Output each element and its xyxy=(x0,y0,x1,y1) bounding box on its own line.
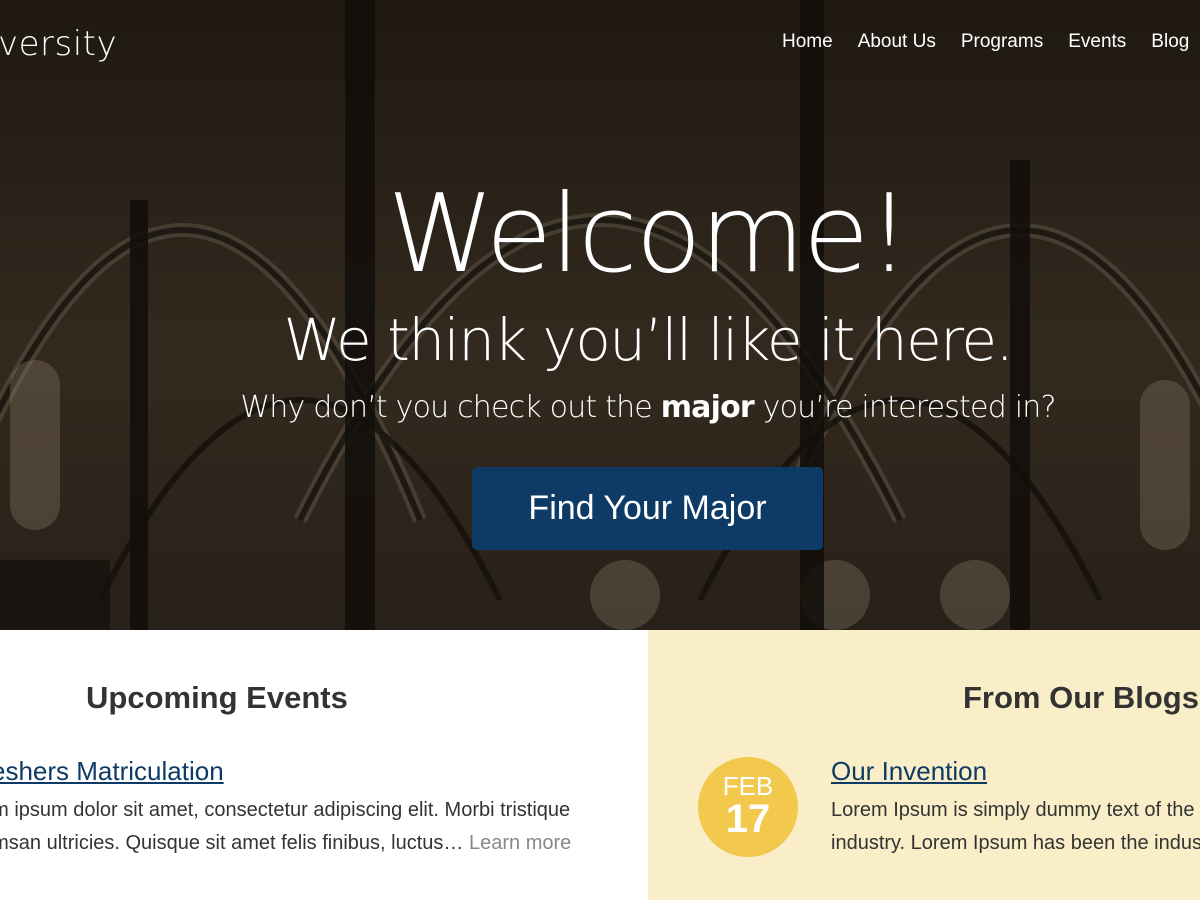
event-description: em ipsum dolor sit amet, consectetur adi… xyxy=(0,794,621,860)
event-text-line1: em ipsum dolor sit amet, consectetur adi… xyxy=(0,799,571,821)
date-month: FEB xyxy=(722,771,774,801)
blog-text-line2: industry. Lorem Ipsum has been the indus xyxy=(831,832,1200,854)
find-your-major-button[interactable]: Find Your Major xyxy=(472,467,823,550)
hero-prompt-start: Why don’t you check out the xyxy=(240,390,661,425)
hero-title: Welcome! xyxy=(387,172,910,297)
nav-blog[interactable]: Blog xyxy=(1151,31,1189,53)
date-badge: FEB 17 xyxy=(698,757,798,857)
events-heading: Upcoming Events xyxy=(86,680,348,715)
hero-subtitle: We think you’ll like it here. xyxy=(283,306,1014,374)
nav-events[interactable]: Events xyxy=(1068,31,1126,53)
blog-excerpt: Lorem Ipsum is simply dummy text of the … xyxy=(831,794,1200,860)
hero-prompt: Why don’t you check out the major you’re… xyxy=(0,390,1200,425)
site-logo[interactable]: versity xyxy=(0,24,117,64)
hero-prompt-bold: major xyxy=(660,390,755,425)
learn-more-link[interactable]: Learn more xyxy=(469,832,571,854)
date-day: 17 xyxy=(725,797,771,841)
hero-section: versity Home About Us Programs Events Bl… xyxy=(0,0,1200,630)
upcoming-events-section: Upcoming Events eshers Matriculation em … xyxy=(0,630,648,900)
nav-programs[interactable]: Programs xyxy=(961,31,1043,53)
main-nav: Home About Us Programs Events Blog xyxy=(782,31,1200,53)
event-text-line2: umsan ultricies. Quisque sit amet felis … xyxy=(0,832,464,854)
blog-title-link[interactable]: Our Invention xyxy=(831,756,987,787)
blog-text-line1: Lorem Ipsum is simply dummy text of the xyxy=(831,799,1195,821)
blogs-heading: From Our Blogs xyxy=(963,680,1199,715)
event-title-link[interactable]: eshers Matriculation xyxy=(0,756,224,787)
hero-prompt-end: you’re interested in? xyxy=(753,390,1057,425)
nav-home[interactable]: Home xyxy=(782,31,833,53)
nav-about-us[interactable]: About Us xyxy=(858,31,936,53)
blogs-section: From Our Blogs FEB 17 Our Invention Lore… xyxy=(648,630,1200,900)
